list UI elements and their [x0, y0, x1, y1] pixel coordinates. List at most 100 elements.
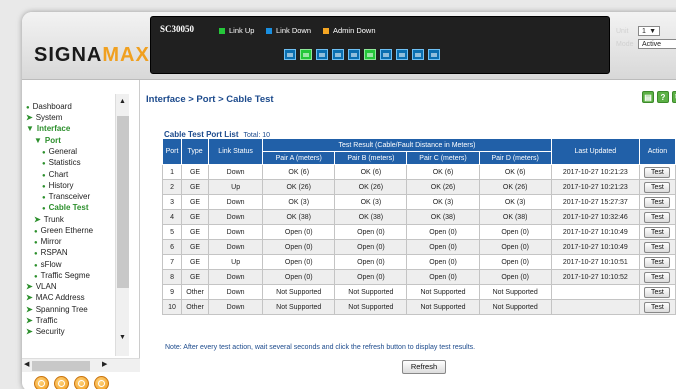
cell-a: OK (26): [262, 179, 336, 195]
test-button[interactable]: Test: [644, 301, 671, 313]
scrollbar-thumb[interactable]: [117, 116, 129, 288]
port-10-icon[interactable]: [428, 49, 440, 60]
cell-b: Open (0): [334, 224, 408, 240]
sidebar-item-mirror[interactable]: ● Mirror: [34, 237, 62, 247]
cell-d: OK (3): [478, 194, 552, 210]
port-3-icon[interactable]: [316, 49, 328, 60]
sidebar-item-history[interactable]: ● History: [42, 181, 74, 191]
sidebar-item-interface[interactable]: ▼ Interface: [26, 124, 70, 134]
test-button[interactable]: Test: [644, 166, 671, 178]
horizontal-scrollbar[interactable]: ◀ ▶: [22, 358, 140, 372]
vertical-scrollbar[interactable]: ▲ ▼: [115, 94, 129, 356]
sidebar-item-sflow[interactable]: ● sFlow: [34, 260, 62, 270]
sidebar-item-chart[interactable]: ● Chart: [42, 170, 68, 180]
cell-action: Test: [638, 164, 676, 180]
sidebar-item-transceiver[interactable]: ● Transceiver: [42, 192, 90, 202]
cell-updated: 2017-10-27 10:10:52: [550, 269, 640, 285]
device-panel: SC30050 Link Up Link Down Admin Down: [150, 16, 610, 74]
mode-label: Mode: [616, 40, 634, 48]
cell-a: OK (38): [262, 209, 336, 225]
cell-b: Not Supported: [334, 284, 408, 300]
expand-arrow-icon: ➤: [26, 113, 33, 122]
save-config-button[interactable]: [54, 376, 69, 389]
sidebar-item-vlan[interactable]: ➤ VLAN: [26, 282, 57, 292]
link-up-swatch: [219, 27, 225, 34]
sidebar-nav: ● Dashboard ➤ System ▼ Interface ▼ Port ● General…: [22, 80, 140, 358]
cell-d: OK (38): [478, 209, 552, 225]
test-button[interactable]: Test: [644, 196, 671, 208]
scroll-left-icon[interactable]: ◀: [24, 360, 29, 368]
sidebar-item-statistics[interactable]: ● Statistics: [42, 158, 81, 168]
test-button[interactable]: Test: [644, 286, 671, 298]
sidebar-item-traffic[interactable]: ➤ Traffic: [26, 316, 57, 326]
scroll-down-icon[interactable]: ▼: [119, 334, 126, 341]
refresh-icon[interactable]: ↻: [672, 91, 676, 103]
device-model: SC30050: [160, 24, 195, 34]
port-4-icon[interactable]: [332, 49, 344, 60]
port-9-icon[interactable]: [412, 49, 424, 60]
sidebar-item-rspan[interactable]: ● RSPAN: [34, 248, 68, 258]
sidebar-item-dashboard[interactable]: ● Dashboard: [26, 102, 72, 112]
bullet-icon: ●: [42, 184, 46, 190]
cell-status: Down: [208, 224, 264, 240]
sidebar-item-label: RSPAN: [40, 248, 68, 257]
sidebar-item-port[interactable]: ▼ Port: [34, 136, 61, 146]
sidebar-item-green-etherne[interactable]: ● Green Etherne: [34, 226, 93, 236]
scroll-up-icon[interactable]: ▲: [119, 98, 126, 105]
expand-arrow-icon: ➤: [26, 305, 33, 314]
sidebar-item-trunk[interactable]: ➤ Trunk: [34, 215, 64, 225]
sidebar-item-mac-address[interactable]: ➤ MAC Address: [26, 293, 85, 303]
bullet-icon: ●: [26, 105, 30, 111]
port-1-icon[interactable]: [284, 49, 296, 60]
col-test-result: Test Result (Cable/Fault Distance in Met…: [262, 138, 552, 152]
cell-b: OK (38): [334, 209, 408, 225]
reboot-button[interactable]: [94, 376, 109, 389]
cell-type: GE: [181, 209, 210, 225]
test-button[interactable]: Test: [644, 181, 671, 193]
test-button[interactable]: Test: [644, 241, 671, 253]
test-button[interactable]: Test: [644, 226, 671, 238]
expand-arrow-icon: ➤: [26, 316, 33, 325]
help-icon[interactable]: ?: [657, 91, 669, 103]
port-7-icon[interactable]: [380, 49, 392, 60]
reboot-icon: [98, 380, 105, 387]
logo-text: SIGNA: [34, 44, 103, 66]
cell-type: GE: [181, 239, 210, 255]
logout-button[interactable]: [74, 376, 89, 389]
scrollbar-thumb[interactable]: [32, 361, 90, 371]
unit-select[interactable]: 1 ▼: [638, 26, 660, 36]
cell-a: Open (0): [262, 239, 336, 255]
expand-arrow-icon: ➤: [26, 293, 33, 302]
sidebar-item-label: Interface: [36, 124, 71, 133]
cell-b: Open (0): [334, 239, 408, 255]
app-window: SIGNAMAX SC30050 Link Up Link Down Admin…: [22, 12, 676, 389]
sidebar-item-general[interactable]: ● General: [42, 147, 77, 157]
test-button[interactable]: Test: [644, 211, 671, 223]
port-6-icon[interactable]: [364, 49, 376, 60]
save-icon[interactable]: ▤: [642, 91, 654, 103]
port-2-icon[interactable]: [300, 49, 312, 60]
table-row: 6 GE Down Open (0) Open (0) Open (0) Open (0) 2…: [161, 239, 676, 255]
mode-select[interactable]: Active▼: [638, 39, 676, 49]
sidebar-item-traffic-segme[interactable]: ● Traffic Segme: [34, 271, 90, 281]
scroll-right-icon[interactable]: ▶: [102, 360, 107, 368]
sidebar-item-system[interactable]: ➤ System: [26, 113, 62, 123]
cell-a: Not Supported: [262, 299, 336, 315]
cell-updated: 2017-10-27 10:21:23: [550, 164, 640, 180]
cell-type: GE: [181, 269, 210, 285]
sidebar-item-cable-test[interactable]: ● Cable Test: [42, 203, 89, 213]
cell-action: Test: [638, 269, 676, 285]
expand-arrow-icon: ▼: [34, 136, 42, 145]
test-button[interactable]: Test: [644, 271, 671, 283]
sidebar-item-spanning-tree[interactable]: ➤ Spanning Tree: [26, 305, 88, 315]
test-button[interactable]: Test: [644, 256, 671, 268]
col-link-status: Link Status: [208, 138, 264, 165]
port-5-icon[interactable]: [348, 49, 360, 60]
sidebar-item-label: Mirror: [40, 237, 62, 246]
cell-type: GE: [181, 164, 210, 180]
refresh-button[interactable]: Refresh: [402, 360, 446, 374]
cell-status: Down: [208, 299, 264, 315]
sidebar-item-security[interactable]: ➤ Security: [26, 327, 65, 337]
home-button[interactable]: [34, 376, 49, 389]
port-8-icon[interactable]: [396, 49, 408, 60]
